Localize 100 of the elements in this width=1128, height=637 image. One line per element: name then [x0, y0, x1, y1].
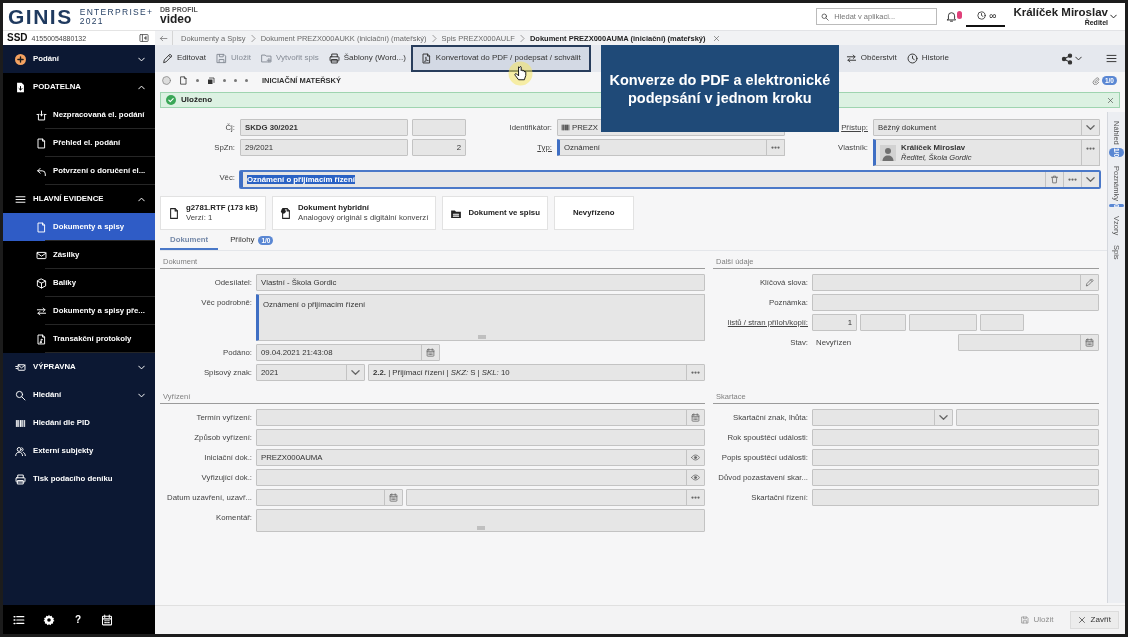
document-icon	[36, 221, 47, 233]
plus-circle-icon	[15, 53, 26, 65]
footer-button[interactable]: Zavřít	[1069, 610, 1119, 630]
ellipsis-icon[interactable]	[771, 146, 780, 149]
pencil-icon	[162, 53, 173, 64]
list-icon[interactable]	[13, 613, 25, 626]
document-icon	[15, 81, 26, 93]
close-icon	[1077, 616, 1086, 624]
dropdown-field[interactable]	[812, 409, 953, 426]
circle-icon[interactable]	[162, 76, 171, 85]
chevron-right-icon	[519, 34, 525, 42]
input-field[interactable]	[812, 274, 1099, 291]
notification-badge-icon	[957, 11, 963, 19]
floppy-disk-icon	[1020, 616, 1029, 624]
dot-icon	[196, 79, 199, 82]
input-field[interactable]	[812, 449, 1099, 466]
eye-icon[interactable]	[691, 473, 700, 482]
document-note-icon	[36, 333, 47, 345]
help-button[interactable]: ?	[73, 614, 84, 625]
chevron-down-icon[interactable]	[1086, 123, 1095, 132]
pencil-icon[interactable]	[1085, 278, 1094, 287]
dot-icon	[223, 79, 226, 82]
envelope-icon	[36, 249, 47, 261]
caret-icon[interactable]	[1075, 55, 1082, 62]
ellipsis-icon[interactable]	[691, 496, 700, 499]
barcode-icon	[15, 417, 26, 429]
toolbar-button[interactable]: Konvertovat do PDF / podepsat / schválit	[410, 45, 591, 72]
back-arrow-icon[interactable]	[159, 33, 168, 43]
clock-icon	[906, 53, 918, 64]
reply-arrow-icon	[36, 165, 47, 177]
ellipsis-icon[interactable]	[1086, 147, 1095, 150]
chevron-down-icon[interactable]	[939, 413, 948, 422]
envelope-icon	[15, 361, 26, 373]
calendar-icon[interactable]	[101, 613, 114, 626]
input-field[interactable]	[256, 429, 705, 446]
share-icon[interactable]	[1061, 52, 1073, 65]
chevron-right-icon	[250, 34, 256, 42]
inbox-icon	[36, 109, 47, 121]
input-field[interactable]	[860, 314, 906, 331]
close-icon[interactable]	[1107, 96, 1114, 104]
chevron-right-icon	[431, 34, 437, 42]
document-icon[interactable]	[179, 76, 188, 85]
input-field[interactable]	[812, 429, 1099, 446]
toolbar-button[interactable]: Historie	[901, 45, 954, 72]
input-field[interactable]	[812, 489, 1099, 506]
date-field[interactable]	[256, 489, 403, 506]
date-field[interactable]	[256, 409, 705, 426]
pointer-cursor-icon	[508, 61, 533, 86]
toolbar-button[interactable]: Občerstvit	[840, 45, 902, 72]
ellipsis-icon[interactable]	[691, 371, 700, 374]
chevron-down-icon[interactable]	[1086, 175, 1095, 184]
cube-icon	[36, 277, 47, 289]
list-icon	[15, 193, 26, 205]
paperclip-icon[interactable]	[1091, 76, 1100, 85]
pdf-document-icon	[420, 53, 432, 64]
swap-arrows-icon	[36, 305, 47, 317]
profile-name: video	[160, 13, 193, 27]
input-field[interactable]	[812, 469, 1099, 486]
input-field[interactable]	[412, 119, 466, 136]
folder-plus-icon	[260, 53, 272, 64]
lookup-field[interactable]	[406, 489, 705, 506]
input-field[interactable]	[812, 294, 1099, 311]
eye-icon[interactable]	[691, 453, 700, 462]
barcode-icon	[561, 123, 570, 132]
sidebar-toggle-icon[interactable]	[139, 33, 149, 43]
bell-icon[interactable]	[946, 11, 958, 22]
file-icon	[168, 206, 180, 220]
tooltip: Konverze do PDF a elektronické podepsání v jednom kroku	[600, 45, 839, 132]
input-field[interactable]	[980, 314, 1024, 331]
dot-icon	[234, 79, 237, 82]
resize-handle-icon[interactable]	[476, 526, 485, 530]
close-icon[interactable]	[712, 34, 720, 42]
search-icon	[15, 389, 26, 401]
printer-icon	[328, 53, 340, 64]
dot-icon	[245, 79, 248, 82]
input-field[interactable]	[956, 409, 1099, 426]
stack-icon[interactable]	[207, 76, 215, 85]
logo-text: GINIS	[8, 6, 73, 27]
ellipsis-icon[interactable]	[1068, 178, 1077, 181]
menu-icon[interactable]	[1106, 53, 1117, 64]
toolbar-button[interactable]: Šablony (Word...)	[323, 45, 411, 72]
clock-icon	[977, 11, 987, 20]
swap-arrows-icon	[845, 53, 857, 64]
settings-icon[interactable]	[43, 613, 55, 626]
alert-text: Uloženo	[181, 94, 213, 106]
input-field[interactable]	[909, 314, 977, 331]
hybrid-document-icon	[279, 206, 292, 220]
logo-edition: ENTERPRISE+	[79, 7, 154, 17]
input-field[interactable]	[256, 469, 705, 486]
resize-handle-icon[interactable]	[477, 335, 486, 339]
floppy-disk-icon	[215, 53, 227, 64]
printer-icon	[15, 473, 26, 485]
toolbar-button[interactable]: Editovat	[157, 45, 211, 72]
organization-code: SSD	[7, 33, 28, 43]
chevron-down-icon[interactable]	[351, 368, 360, 377]
people-icon	[15, 445, 26, 457]
trash-icon[interactable]	[1050, 175, 1059, 184]
session-timer-button[interactable]: ∞	[966, 6, 1006, 27]
date-field[interactable]	[958, 334, 1099, 351]
person-icon	[880, 144, 896, 161]
